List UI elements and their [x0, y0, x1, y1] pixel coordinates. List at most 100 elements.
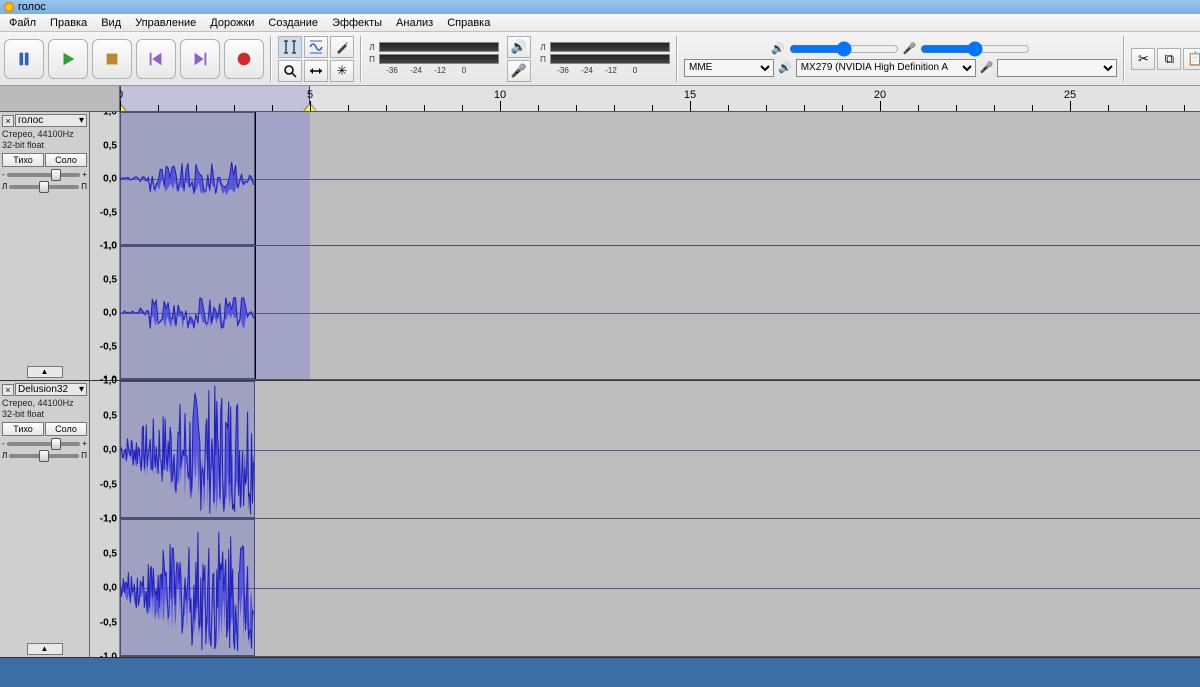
vscale-label: 0,0	[103, 174, 117, 185]
track-close-button[interactable]: ×	[2, 115, 14, 127]
track-collapse-button[interactable]: ▲	[27, 366, 63, 378]
app-logo	[4, 2, 14, 12]
skip-start-button[interactable]	[136, 39, 176, 79]
ruler-label: 5	[307, 89, 313, 101]
draw-tool[interactable]	[330, 36, 354, 58]
vscale-label: -0,5	[100, 341, 117, 352]
mute-button[interactable]: Тихо	[2, 153, 44, 167]
gain-slider[interactable]	[7, 173, 81, 177]
pause-button[interactable]	[4, 39, 44, 79]
waveform-area[interactable]	[120, 112, 1200, 380]
output-volume-slider[interactable]	[789, 41, 899, 57]
gain-max: +	[82, 170, 87, 179]
vertical-scale[interactable]: 1,00,50,0-0,5-1,01,00,50,0-0,5-1,0	[90, 381, 120, 657]
vscale-label: 1,0	[103, 514, 117, 525]
vscale-label: 0,5	[103, 410, 117, 421]
waveform-area[interactable]	[120, 381, 1200, 657]
gain-min: -	[2, 439, 5, 448]
cut-button[interactable]: ✂	[1131, 48, 1155, 70]
vscale-label: 1,0	[103, 376, 117, 387]
timeline-selection[interactable]	[120, 86, 310, 111]
mic-icon: 🎤	[507, 60, 531, 82]
skip-end-button[interactable]	[180, 39, 220, 79]
speaker-icon: 🔊	[771, 42, 785, 55]
timeshift-tool[interactable]	[304, 60, 328, 82]
pan-slider[interactable]	[9, 185, 79, 189]
vscale-label: 0,0	[103, 583, 117, 594]
waveform-channel[interactable]	[120, 381, 1200, 519]
ruler-label: 20	[874, 89, 886, 101]
tools-section: ✳	[278, 36, 354, 82]
menu-edit[interactable]: Правка	[43, 15, 94, 31]
pan-right: П	[81, 451, 87, 460]
speaker-icon: 🔊	[778, 61, 792, 74]
menu-file[interactable]: Файл	[2, 15, 43, 31]
gain-slider[interactable]	[7, 442, 81, 446]
record-meter-left[interactable]	[550, 42, 670, 52]
menu-effect[interactable]: Эффекты	[325, 15, 389, 31]
vertical-scale[interactable]: 1,00,50,0-0,5-1,01,00,50,0-0,5-1,0	[90, 112, 120, 380]
track-menu-dropdown[interactable]: Delusion32▾	[15, 383, 87, 396]
playback-meter-left[interactable]	[379, 42, 499, 52]
waveform-channel[interactable]	[120, 246, 1200, 380]
audio-host-select[interactable]: MME	[684, 59, 774, 77]
timeline-ruler[interactable]: 05101520253035	[0, 86, 1200, 112]
vscale-label: -0,5	[100, 207, 117, 218]
waveform-channel[interactable]	[120, 519, 1200, 657]
mic-icon: 🎤	[980, 61, 994, 74]
playback-meter-right[interactable]	[379, 54, 499, 64]
waveform	[120, 519, 255, 656]
input-device-select[interactable]	[997, 59, 1117, 77]
menu-help[interactable]: Справка	[440, 15, 497, 31]
track-collapse-button[interactable]: ▲	[27, 643, 63, 655]
toolbar-separator	[360, 36, 362, 82]
track-format-label: Стерео, 44100Hz	[2, 129, 87, 140]
playback-cursor	[255, 246, 256, 379]
ruler-label: 15	[684, 89, 696, 101]
track-menu-dropdown[interactable]: голос▾	[15, 114, 87, 127]
stop-button[interactable]	[92, 39, 132, 79]
menu-transport[interactable]: Управление	[128, 15, 203, 31]
vscale-label: -1,0	[100, 652, 117, 659]
window-titlebar: голос	[0, 0, 1200, 14]
gain-max: +	[82, 439, 87, 448]
track: × голос▾ Стерео, 44100Hz 32-bit float Ти…	[0, 112, 1200, 381]
play-button[interactable]	[48, 39, 88, 79]
ruler-label: 10	[494, 89, 506, 101]
menu-tracks[interactable]: Дорожки	[203, 15, 261, 31]
pan-right: П	[81, 182, 87, 191]
vscale-label: 1,0	[103, 241, 117, 252]
output-device-select[interactable]: MX279 (NVIDIA High Definition A	[796, 59, 976, 77]
record-button[interactable]	[224, 39, 264, 79]
tracks-area: × голос▾ Стерео, 44100Hz 32-bit float Ти…	[0, 112, 1200, 658]
solo-button[interactable]: Соло	[45, 153, 87, 167]
playback-volume: 🔊 🎤	[507, 36, 531, 82]
edit-toolbar: ✂ ⧉ 📋 ⇥⇤ ⇤⇥ ↶ ↷	[1131, 48, 1200, 70]
zero-line	[120, 313, 1200, 314]
envelope-tool[interactable]	[304, 36, 328, 58]
menu-analyze[interactable]: Анализ	[389, 15, 440, 31]
track: × Delusion32▾ Стерео, 44100Hz 32-bit flo…	[0, 381, 1200, 658]
record-meter: Л П -36 -24 -12 0	[539, 42, 670, 75]
track-format-label: Стерео, 44100Hz	[2, 398, 87, 409]
selection-tool[interactable]	[278, 36, 302, 58]
toolbar-separator	[676, 36, 678, 82]
solo-button[interactable]: Соло	[45, 422, 87, 436]
menu-generate[interactable]: Создание	[261, 15, 325, 31]
meter-left-label: Л	[368, 43, 376, 52]
mute-button[interactable]: Тихо	[2, 422, 44, 436]
meter-left-label: Л	[539, 43, 547, 52]
track-close-button[interactable]: ×	[2, 384, 14, 396]
input-volume-slider[interactable]	[920, 41, 1030, 57]
copy-button[interactable]: ⧉	[1157, 48, 1181, 70]
menu-view[interactable]: Вид	[94, 15, 128, 31]
paste-button[interactable]: 📋	[1183, 48, 1200, 70]
record-meter-right[interactable]	[550, 54, 670, 64]
zoom-tool[interactable]	[278, 60, 302, 82]
multi-tool[interactable]: ✳	[330, 60, 354, 82]
waveform-channel[interactable]	[120, 112, 1200, 246]
device-toolbar: 🔊 🎤 MME 🔊 MX279 (NVIDIA High Definition …	[684, 41, 1117, 77]
pan-slider[interactable]	[9, 454, 79, 458]
toolbars: ✳ Л П -36 -24 -12 0 🔊 🎤 Л П	[0, 32, 1200, 86]
waveform	[120, 246, 255, 379]
